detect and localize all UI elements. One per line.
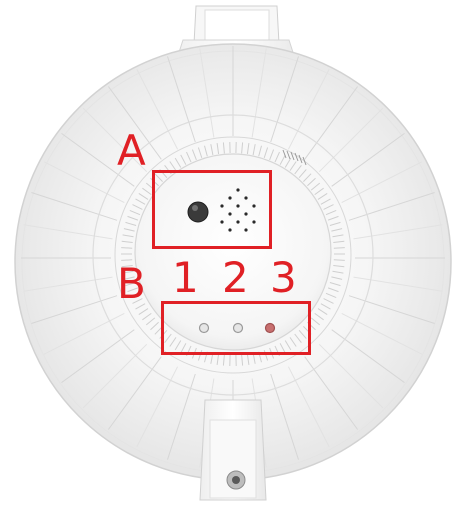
- device-photo: A B 1 2 3: [0, 0, 467, 510]
- callout-label-led-1: 1: [172, 257, 199, 299]
- bottom-port-icon: [227, 471, 245, 489]
- callout-label-led-3: 3: [270, 257, 297, 299]
- callout-label-led-2: 2: [222, 257, 249, 299]
- tick-line: [334, 248, 345, 249]
- callout-label-a: A: [117, 130, 146, 172]
- button-callout-box: [152, 170, 272, 249]
- led-callout-box: [161, 301, 311, 355]
- tick-line: [121, 248, 132, 249]
- tick-line: [334, 260, 345, 261]
- callout-label-b: B: [117, 263, 146, 305]
